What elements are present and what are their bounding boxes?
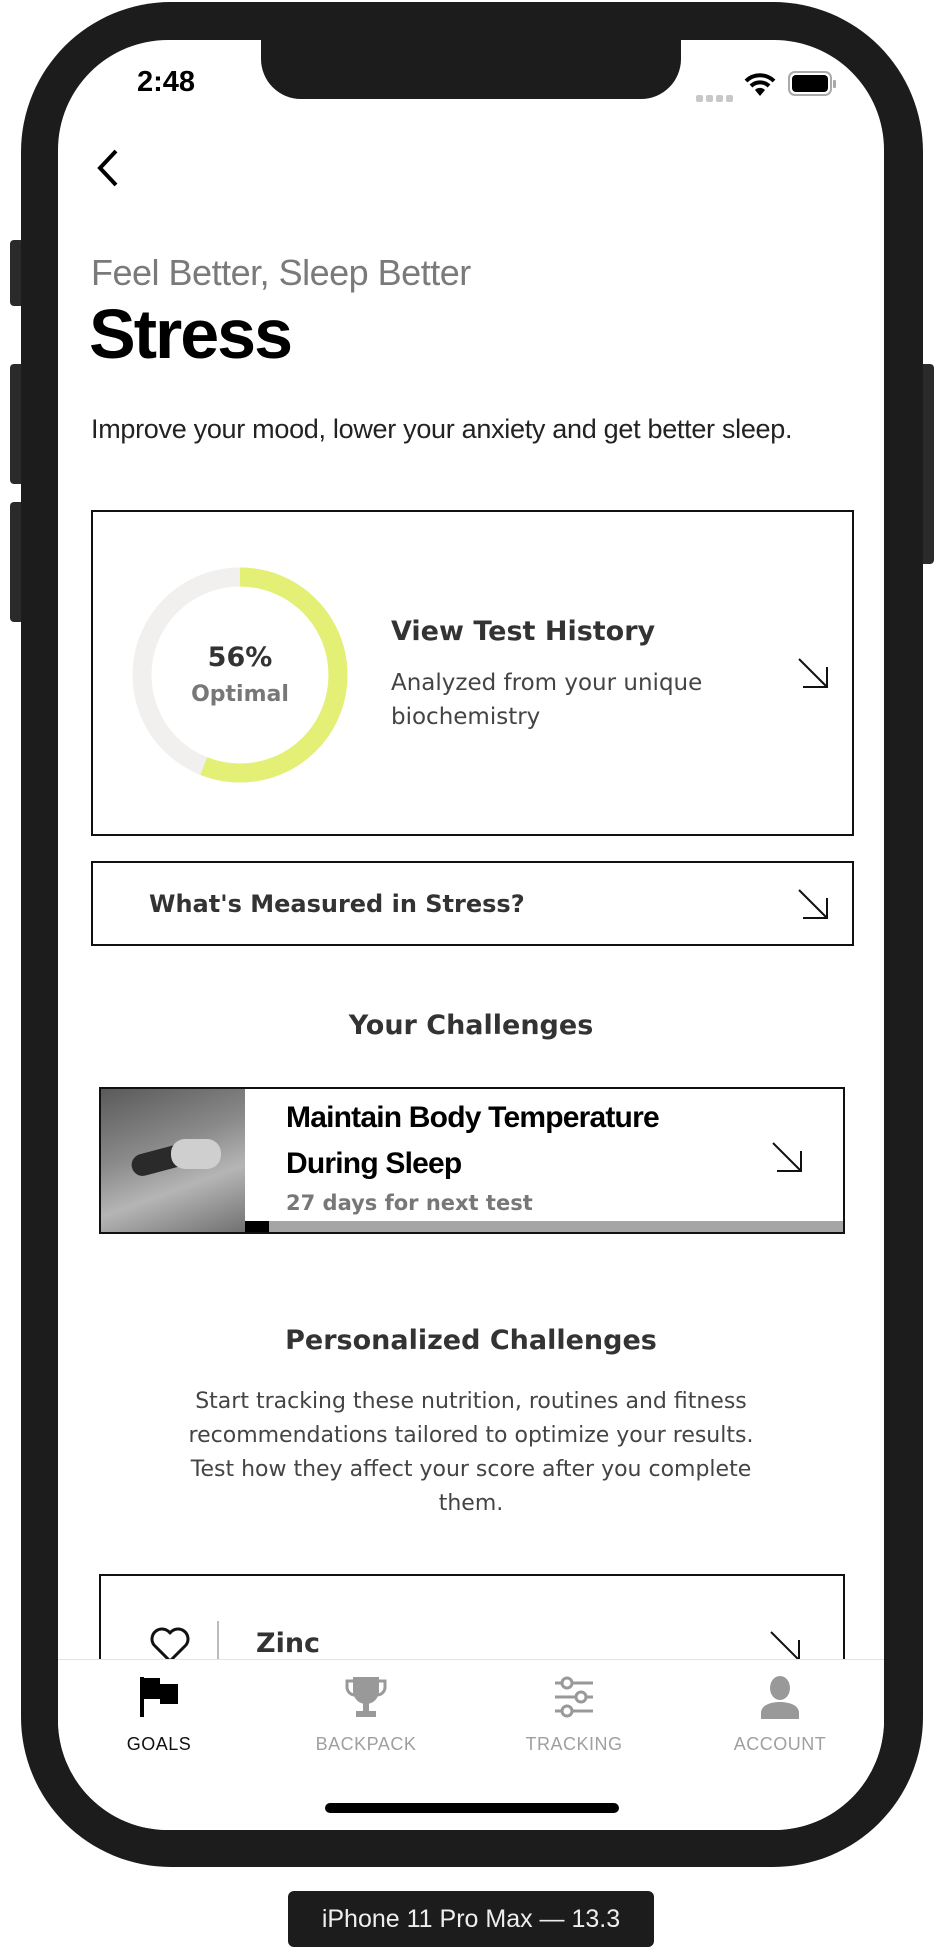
test-history-title: View Test History [391, 616, 656, 647]
tab-tracking[interactable]: TRACKING [484, 1675, 664, 1755]
your-challenges-heading: Your Challenges [348, 1010, 594, 1041]
device-label: iPhone 11 Pro Max — 13.3 [288, 1891, 654, 1947]
status-time: 2:48 [137, 66, 196, 98]
whats-measured-label: What's Measured in Stress? [149, 890, 525, 918]
score-ring [132, 567, 348, 783]
personalized-line: Start tracking these nutrition, routines… [195, 1389, 747, 1414]
tab-label: GOALS [126, 1734, 192, 1754]
trophy-icon [345, 1677, 387, 1717]
personalized-line: Test how they affect your score after yo… [190, 1457, 752, 1482]
challenge-progress-fill [245, 1221, 269, 1232]
wifi-icon [744, 72, 776, 103]
whats-measured-button[interactable]: What's Measured in Stress? [91, 861, 854, 946]
sliders-icon [555, 1676, 593, 1718]
tab-label: ACCOUNT [733, 1734, 827, 1754]
signal-icon [696, 90, 734, 108]
page-title: Stress [89, 295, 293, 373]
challenge-title-1: Maintain Body Temperature [286, 1101, 660, 1134]
user-icon [761, 1676, 799, 1719]
challenge-title-2: During Sleep [286, 1147, 462, 1180]
back-button[interactable] [94, 147, 124, 189]
personalized-description: Start tracking these nutrition, routines… [58, 1385, 884, 1521]
screen: 2:48 Feel Better, Sleep Better Stress Im… [58, 40, 884, 1830]
page-subtitle: Feel Better, Sleep Better [91, 252, 471, 293]
test-history-desc-2: biochemistry [391, 704, 541, 730]
tab-account[interactable]: ACCOUNT [690, 1675, 870, 1755]
arrow-down-right-icon [770, 1631, 800, 1661]
tab-label: TRACKING [525, 1734, 623, 1754]
personalized-heading: Personalized Challenges [285, 1325, 657, 1356]
flag-icon [140, 1677, 178, 1717]
personalized-line: recommendations tailored to optimize you… [188, 1423, 754, 1448]
page-description: Improve your mood, lower your anxiety an… [91, 414, 793, 444]
notch [261, 40, 681, 99]
test-history-card[interactable]: 56% Optimal View Test History Analyzed f… [91, 510, 854, 836]
score-percent: 56% [207, 642, 273, 673]
challenge-card[interactable]: Maintain Body Temperature During Sleep 2… [99, 1087, 845, 1234]
score-status: Optimal [191, 682, 289, 707]
home-indicator[interactable] [325, 1803, 619, 1813]
battery-icon [788, 71, 838, 102]
personalized-line: them. [438, 1491, 504, 1516]
device-label-text: iPhone 11 Pro Max — 13.3 [321, 1905, 621, 1933]
challenge-subtitle: 27 days for next test [286, 1191, 533, 1215]
arrow-down-right-icon [798, 889, 828, 919]
challenge-progress-bar [245, 1221, 843, 1232]
tab-goals[interactable]: GOALS [69, 1675, 249, 1755]
arrow-down-right-icon [798, 658, 828, 688]
item-name: Zinc [256, 1628, 321, 1659]
tab-label: BACKPACK [315, 1734, 417, 1754]
test-history-desc-1: Analyzed from your unique [391, 670, 703, 696]
challenge-image [101, 1089, 245, 1232]
arrow-down-right-icon [772, 1142, 802, 1172]
tab-backpack[interactable]: BACKPACK [276, 1675, 456, 1755]
